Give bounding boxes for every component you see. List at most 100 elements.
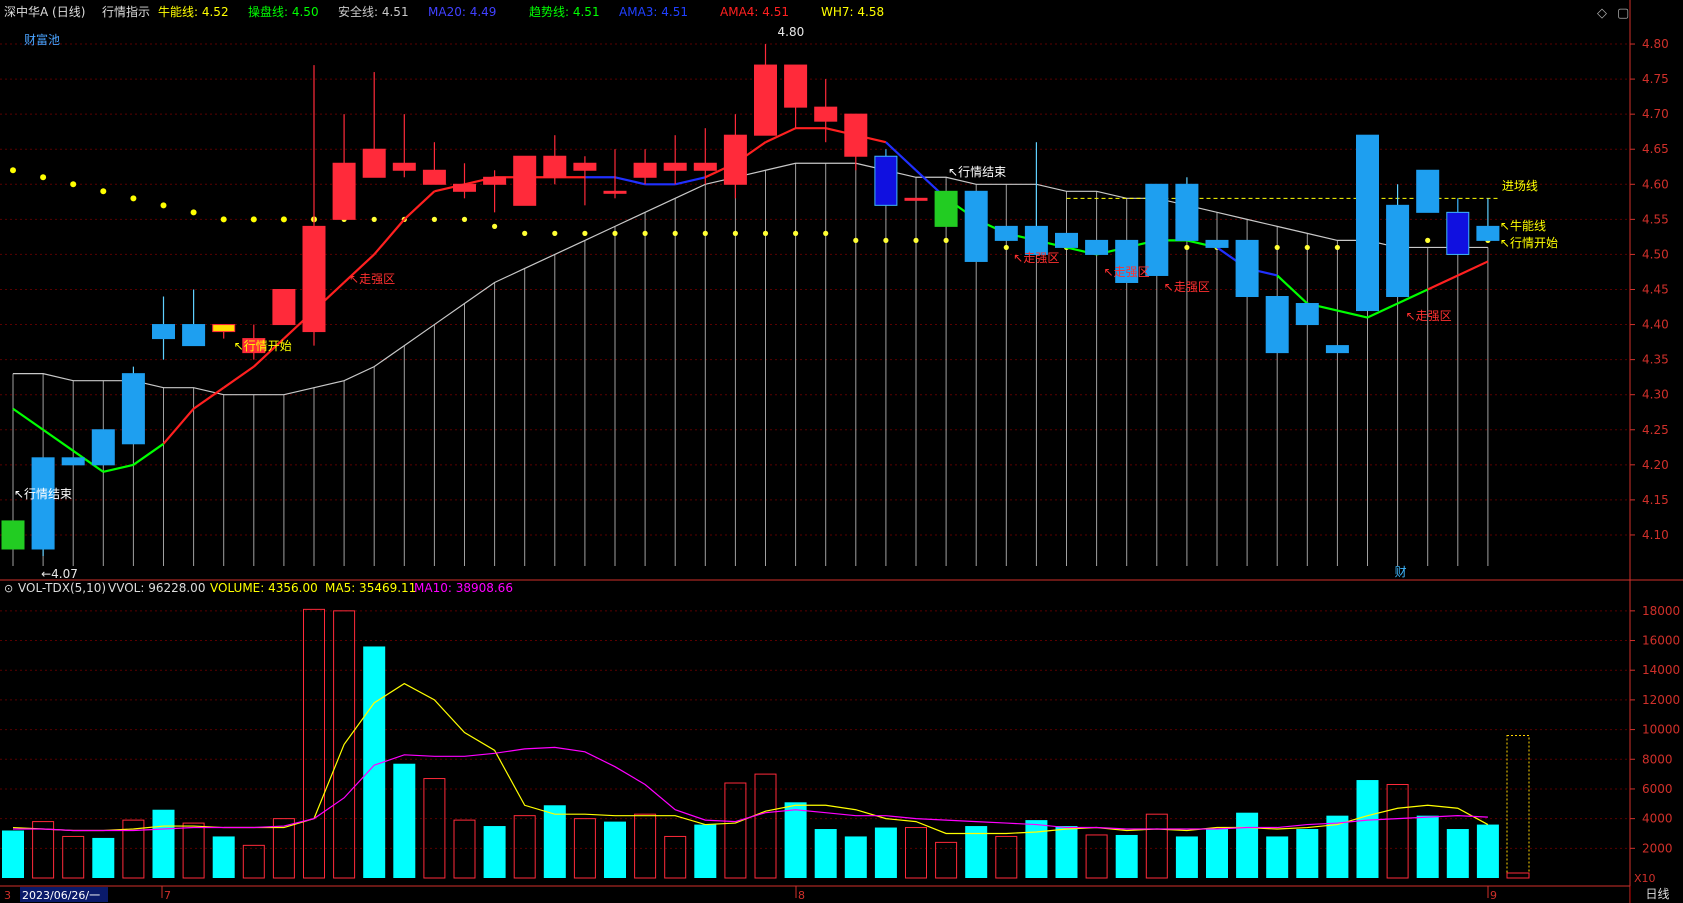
volume-bar [543,805,566,878]
candle-body [1356,134,1379,312]
volume-tick-label: 12000 [1642,693,1680,707]
volume-tick-label: 2000 [1642,841,1673,855]
candle-body [1295,303,1319,326]
strong-zone-label: ↖走强区 [1013,251,1059,265]
header-param: 趋势线: 4.51 [529,5,600,19]
volume-bar [1296,829,1319,878]
candle-body [1085,239,1109,255]
bull-line-dot [1304,244,1310,251]
price-tick-label: 4.35 [1642,353,1669,367]
caifuchi-label: 财富池 [24,32,60,47]
volume-tick-label: 16000 [1642,634,1680,648]
candle-body [1235,239,1259,298]
ma10-value: MA10: 38908.66 [414,581,513,595]
bull-line-dot [853,237,859,243]
volume-indicator-name: VOL-TDX(5,10) [18,581,106,595]
header-param: MA20: 4.49 [428,5,496,19]
cai-marker: 财 [1395,565,1407,579]
price-tick-label: 4.10 [1642,528,1669,542]
volume-unit-label: X10 [1634,872,1656,885]
volume-bar [604,821,626,878]
candle-body [453,183,476,192]
candle-body [1476,225,1500,241]
price-tick-label: 4.65 [1642,142,1669,156]
volume-bar [1416,815,1439,878]
candle-body [31,457,55,550]
volume-value: VOLUME: 4356.00 [210,581,318,595]
candle-body [1265,296,1289,354]
volume-bar [1476,824,1499,878]
upper-dot [70,181,77,188]
volume-bar [212,836,235,878]
volume-tick-label: 18000 [1642,604,1680,618]
indicator-name: 行情指示 [102,4,150,19]
bull-line-dot [1425,237,1431,243]
period-tab-daily[interactable]: 日线 [1630,886,1683,903]
bull-line-dot [371,216,377,222]
candle-body [573,162,597,171]
bull-line-dot [582,230,588,236]
bull-line-dot [1184,244,1190,251]
candle-body [152,324,175,340]
candle-body [182,324,206,347]
candle-body [332,162,356,220]
header-param: 安全线: 4.51 [338,4,409,19]
upper-dot [250,216,257,223]
dropdown-icon[interactable]: ▢ [1617,6,1629,21]
stock-title: 深中华A (日线) [4,4,85,19]
bull-line-dot [762,230,769,236]
volume-tick-label: 4000 [1642,812,1673,826]
bull-line-dot [883,237,889,243]
candle-body [1055,232,1078,248]
price-tick-label: 4.75 [1642,72,1669,86]
chart-canvas[interactable]: 4.80 4.75 4.70 4.65 4.60 4.55 4.50 4.45 4.40 4.35… [0,0,1683,903]
strong-zone-label: ↖走强区 [349,272,395,286]
bull-line-dot [552,230,558,236]
upper-dot [40,174,47,181]
candle-body [121,373,145,445]
candle-body [272,288,296,326]
candle-body [784,64,808,108]
price-tick-label: 4.45 [1642,282,1669,296]
volume-bar [814,829,837,878]
volume-bar [844,836,867,878]
date-mark: 9 [1490,889,1497,902]
candle-body [362,148,386,178]
candle-body [693,162,717,171]
candle-body [513,155,537,206]
volume-tick-label: 14000 [1642,663,1680,677]
price-tick-label: 4.80 [1642,37,1669,51]
volume-bar [1025,820,1048,878]
bull-line-dot [461,216,468,222]
header-param: AMA3: 4.51 [619,5,688,19]
upper-dot [130,195,137,202]
candle-body [1446,211,1470,255]
high-price-label: 4.80 [778,25,805,39]
date-mark: 8 [798,889,805,902]
upper-dot [10,167,16,174]
header-param: 牛能线: 4.52 [158,4,229,19]
price-tick-label: 4.15 [1642,493,1669,507]
volume-bar [92,837,115,878]
volume-bar [874,827,897,878]
candle-body [61,457,85,466]
market-start-label: ↖行情开始 [234,339,292,353]
candle-body [212,324,236,333]
bull-line-dot [522,230,528,236]
candle-body [1325,345,1349,354]
candle-body [663,162,687,171]
candle-body [934,190,958,227]
volume-bar [1055,826,1078,878]
upper-dot [190,209,197,216]
strong-zone-label: ↖走强区 [1406,309,1452,323]
volume-bar [784,802,807,878]
candle-body [422,169,446,185]
price-tick-label: 4.70 [1642,107,1669,121]
diamond-icon[interactable]: ◇ [1597,6,1607,21]
bull-line-dot [1334,244,1340,251]
volume-bar [1356,780,1379,878]
bull-line-dot [672,230,678,236]
candle-body [91,429,115,466]
candle-body [483,176,507,185]
bull-line-dot [732,230,739,236]
